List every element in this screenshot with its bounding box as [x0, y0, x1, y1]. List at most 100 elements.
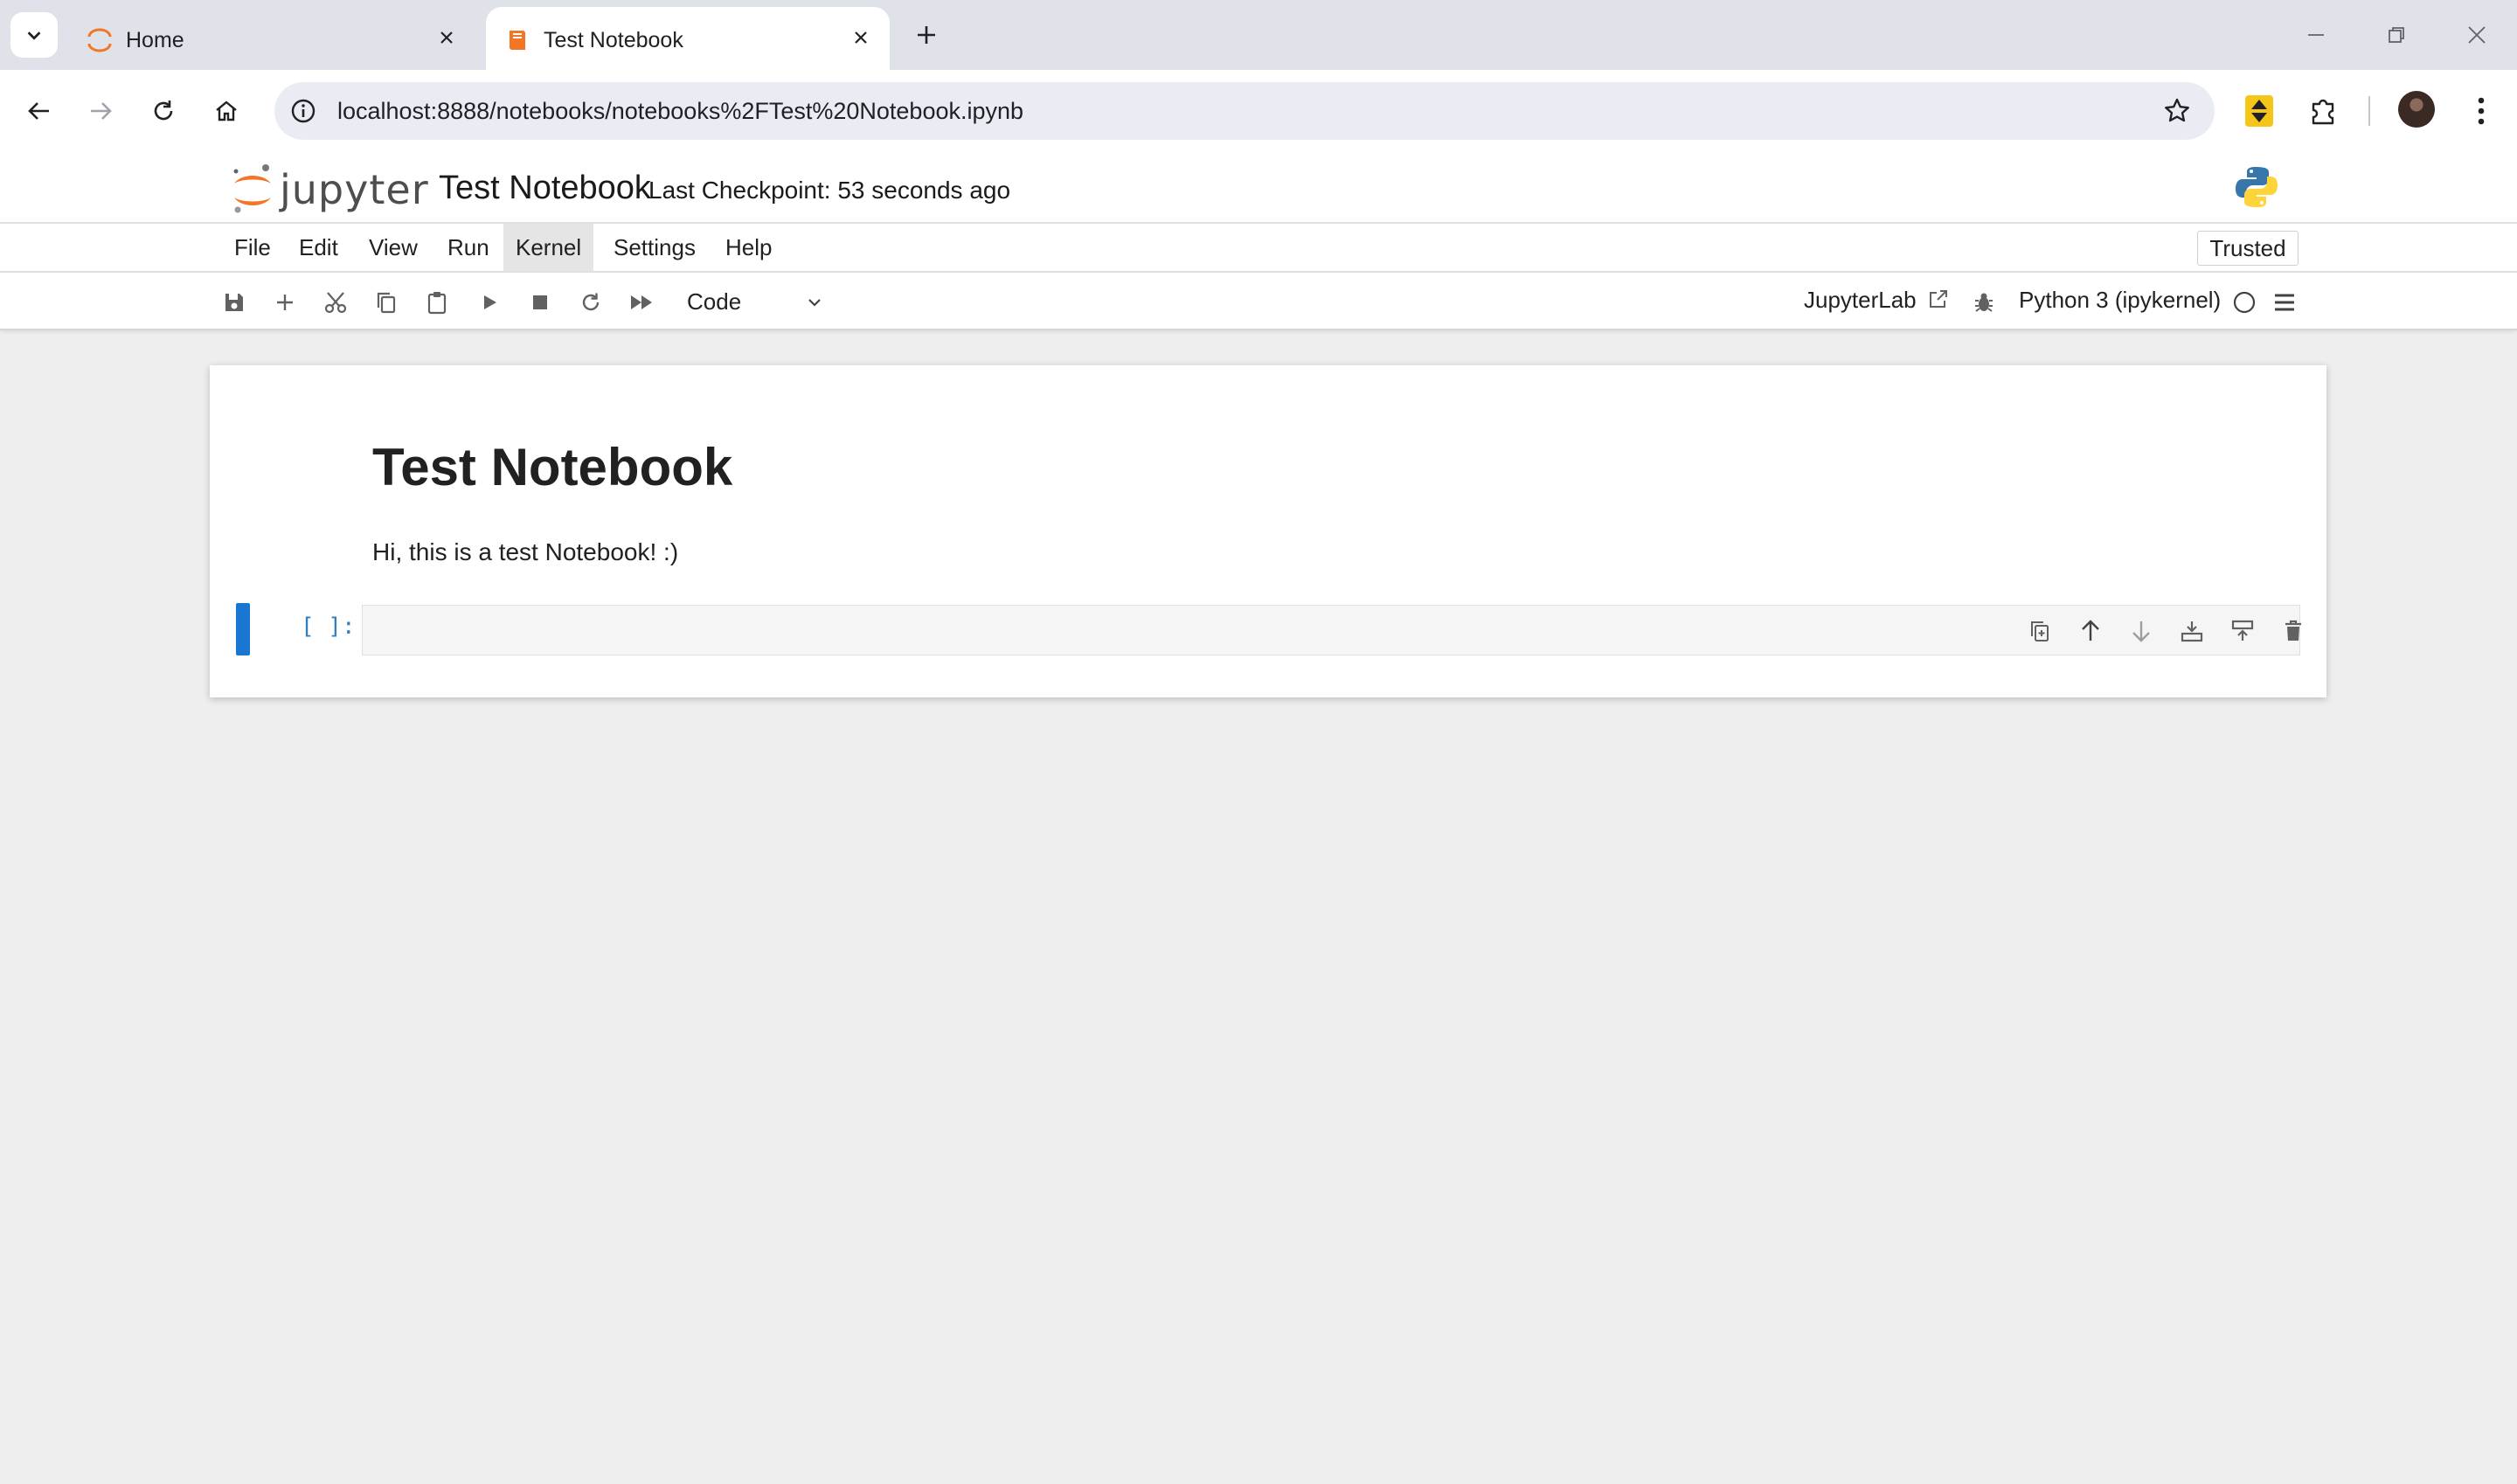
- paste-icon: [427, 292, 447, 315]
- code-cell-editor[interactable]: [362, 605, 2301, 655]
- jupyter-header: jupyter Test Notebook Last Checkpoint: 5…: [0, 152, 2517, 224]
- restart-kernel-button[interactable]: [573, 285, 608, 320]
- notebook-title[interactable]: Test Notebook: [439, 170, 651, 207]
- save-button[interactable]: [217, 285, 252, 320]
- puzzle-icon: [2312, 99, 2334, 125]
- reload-button[interactable]: [142, 89, 185, 133]
- insert-cell-above-button[interactable]: [2226, 614, 2259, 648]
- window-close-button[interactable]: [2452, 16, 2501, 54]
- interrupt-kernel-button[interactable]: [523, 285, 558, 320]
- delete-icon: [2285, 620, 2301, 641]
- python-logo-icon: [2236, 167, 2278, 207]
- duplicate-icon: [2031, 621, 2049, 641]
- restart-icon: [582, 293, 600, 311]
- tab-home-title: Home: [126, 28, 184, 52]
- menu-view[interactable]: View: [357, 224, 430, 271]
- cut-icon: [324, 292, 347, 314]
- jupyter-menubar: File Edit View Run Kernel Settings Help …: [0, 224, 2517, 273]
- kernel-idle-icon: [2233, 291, 2256, 314]
- external-link-icon: [1929, 290, 1947, 308]
- chevron-down-icon: [799, 285, 830, 320]
- kernel-name[interactable]: Python 3 (ipykernel): [2019, 287, 2221, 314]
- notebook-toolbar: Code JupyterLab Python 3 (ipykernel): [0, 273, 2517, 330]
- move-down-icon: [2132, 621, 2150, 642]
- trusted-indicator[interactable]: Trusted: [2197, 231, 2299, 266]
- markdown-heading[interactable]: Test Notebook: [372, 437, 732, 497]
- cell-type-value: Code: [687, 288, 742, 315]
- close-icon[interactable]: [433, 24, 460, 51]
- close-icon: [2468, 26, 2486, 44]
- kebab-menu-icon: [2478, 97, 2485, 125]
- last-checkpoint: Last Checkpoint: 53 seconds ago: [648, 177, 1011, 204]
- open-jupyterlab-link[interactable]: JupyterLab: [1804, 287, 1949, 314]
- copy-button[interactable]: [369, 285, 404, 320]
- star-icon[interactable]: [2160, 94, 2194, 128]
- active-cell-indicator: [236, 603, 250, 655]
- info-icon[interactable]: [288, 96, 318, 126]
- move-cell-down-button[interactable]: [2125, 614, 2158, 648]
- plus-icon: [918, 26, 935, 44]
- run-icon: [484, 295, 496, 309]
- menu-edit[interactable]: Edit: [287, 224, 350, 271]
- extension-icon: [2245, 95, 2273, 127]
- paste-button[interactable]: [420, 285, 454, 320]
- cut-button[interactable]: [318, 285, 353, 320]
- move-cell-up-button[interactable]: [2074, 614, 2107, 648]
- bug-icon: [1975, 293, 1993, 312]
- back-button[interactable]: [17, 89, 61, 133]
- profile-avatar[interactable]: [2398, 91, 2435, 128]
- insert-cell-below-button[interactable]: [2175, 614, 2208, 648]
- notebook-favicon-icon: [510, 31, 525, 50]
- menu-kernel[interactable]: Kernel: [503, 224, 594, 271]
- minimize-button[interactable]: [2292, 16, 2340, 54]
- tab-test-notebook-title: Test Notebook: [544, 28, 683, 52]
- jupyter-logo[interactable]: jupyter: [229, 161, 428, 217]
- tab-home[interactable]: Home: [68, 7, 475, 70]
- menu-help[interactable]: Help: [713, 224, 784, 271]
- insert-below-icon: [2181, 621, 2203, 642]
- browser-toolbar: localhost:8888/notebooks/notebooks%2FTes…: [0, 70, 2517, 152]
- chevron-down-icon: [27, 31, 41, 40]
- forward-arrow-icon: [91, 102, 112, 120]
- fast-forward-icon: [631, 295, 652, 309]
- tab-test-notebook[interactable]: Test Notebook: [486, 7, 890, 70]
- jupyterlab-link-label: JupyterLab: [1804, 287, 1917, 313]
- reload-icon: [154, 101, 173, 121]
- markdown-paragraph[interactable]: Hi, this is a test Notebook! :): [372, 538, 678, 566]
- notebook-panel: Test Notebook Hi, this is a test Noteboo…: [210, 365, 2326, 697]
- hamburger-icon: [2275, 294, 2294, 311]
- input-prompt: [ ]:: [301, 614, 356, 640]
- stop-icon: [533, 295, 547, 309]
- toolbar-separator: [2368, 96, 2370, 126]
- jupyter-wordmark: jupyter: [280, 166, 429, 213]
- run-button[interactable]: [472, 285, 507, 320]
- new-tab-button[interactable]: [909, 17, 944, 52]
- extension-button[interactable]: [2239, 91, 2279, 131]
- save-icon: [225, 294, 243, 311]
- duplicate-cell-button[interactable]: [2023, 614, 2056, 648]
- cell-type-select[interactable]: Code: [676, 281, 834, 322]
- url-text[interactable]: localhost:8888/notebooks/notebooks%2FTes…: [337, 98, 1023, 125]
- close-icon[interactable]: [848, 24, 874, 51]
- address-bar[interactable]: localhost:8888/notebooks/notebooks%2FTes…: [274, 82, 2215, 140]
- forward-button[interactable]: [79, 89, 122, 133]
- restore-button[interactable]: [2372, 16, 2421, 54]
- copy-icon: [377, 292, 396, 314]
- browser-menu-button[interactable]: [2461, 91, 2501, 131]
- browser-tabstrip: Home Test Notebook: [0, 0, 2517, 70]
- add-cell-button[interactable]: [267, 285, 302, 320]
- debugger-button[interactable]: [1966, 285, 2001, 320]
- menu-settings[interactable]: Settings: [601, 224, 708, 271]
- home-button[interactable]: [205, 89, 248, 133]
- tab-search-button[interactable]: [10, 12, 58, 58]
- delete-cell-button[interactable]: [2277, 614, 2310, 648]
- minimize-icon: [2308, 34, 2324, 36]
- move-up-icon: [2082, 620, 2099, 641]
- menu-run[interactable]: Run: [435, 224, 502, 271]
- back-arrow-icon: [28, 102, 49, 120]
- jupyter-logo-icon: [233, 164, 271, 213]
- restart-run-all-button[interactable]: [624, 285, 659, 320]
- menu-file[interactable]: File: [222, 224, 283, 271]
- extensions-menu-button[interactable]: [2304, 91, 2344, 131]
- toolbar-overflow-button[interactable]: [2267, 285, 2302, 320]
